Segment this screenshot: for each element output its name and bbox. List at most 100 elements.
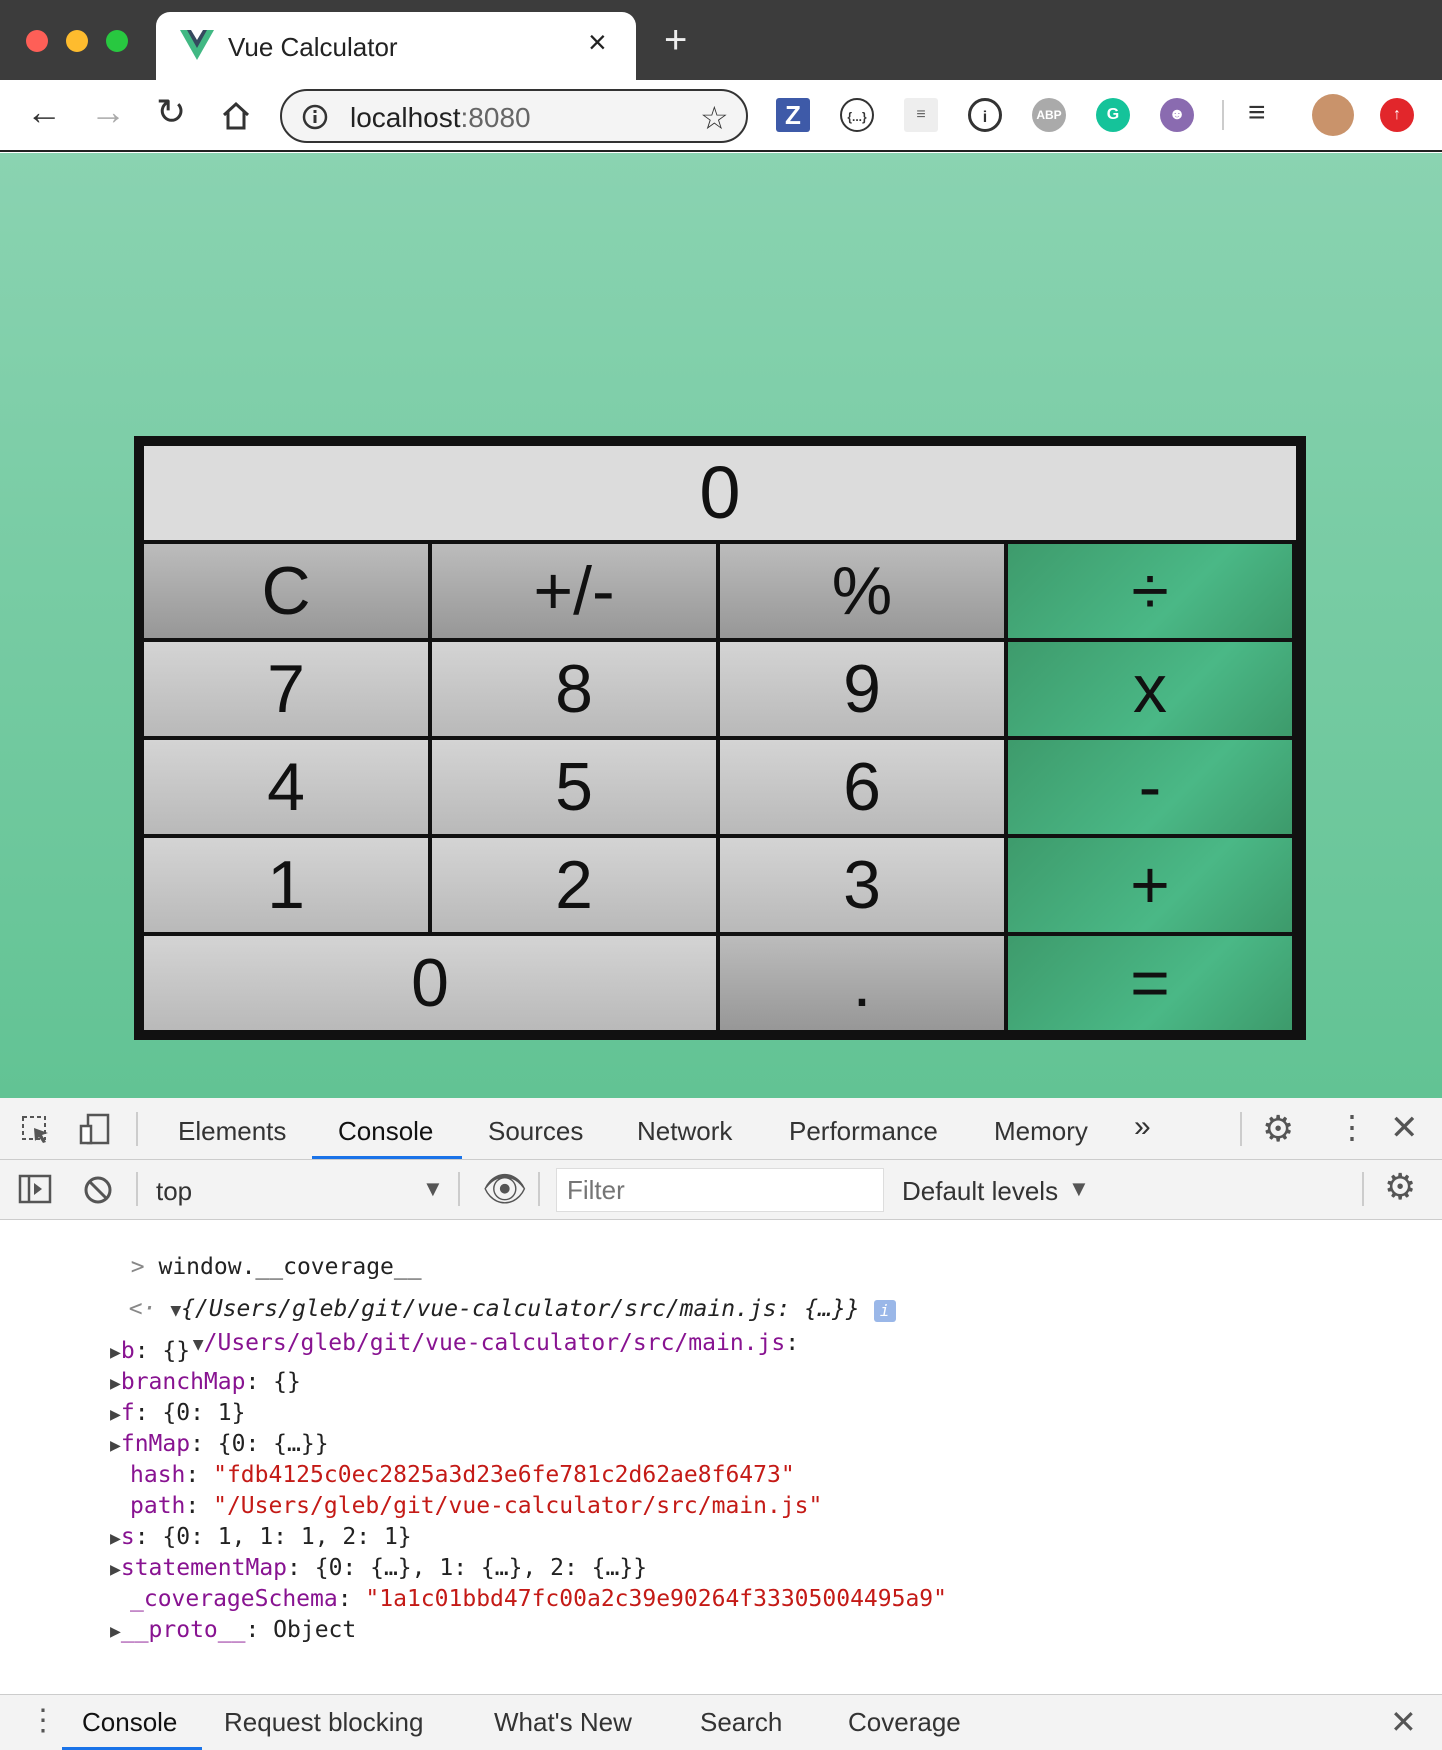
console-prop-proto[interactable]: ▶__proto__: Object [110,1617,356,1643]
cat-extension-icon[interactable]: ☻ [1160,98,1194,132]
more-options-icon[interactable]: ⋮ [1336,1108,1368,1146]
url-text[interactable]: localhost:8080 [350,102,531,134]
calc-key-16[interactable]: 0 [144,936,716,1030]
console-prop-fnMap[interactable]: ▶fnMap: {0: {…}} [110,1431,329,1457]
json-extension-icon[interactable]: {...} [840,98,874,132]
toolbar-divider [458,1172,460,1206]
context-selector[interactable]: top [156,1176,192,1207]
devtools-drawer: ⋮ Console Request blocking What's New Se… [0,1694,1442,1750]
close-drawer-icon[interactable]: ✕ [1390,1703,1417,1741]
prop-value: {} [273,1369,301,1395]
calc-key-13[interactable]: 2 [432,838,716,932]
calc-key-8[interactable]: 4 [144,740,428,834]
devtools-tabbar: Elements Console Sources Network Perform… [0,1098,1442,1160]
expand-triangle-icon[interactable]: ▶ [110,1342,121,1363]
expand-triangle-icon[interactable]: ▼ [193,1334,204,1355]
back-button[interactable]: ← [26,94,62,130]
prop-value: "/Users/gleb/git/vue-calculator/src/main… [213,1493,823,1519]
expand-triangle-icon[interactable]: ▶ [110,1528,121,1549]
document-extension-icon[interactable]: ≡ [904,98,938,132]
more-tabs-icon[interactable]: » [1134,1110,1151,1144]
calc-key-0[interactable]: C [144,544,428,638]
drawer-tab-whats-new[interactable]: What's New [494,1707,632,1738]
calc-key-14[interactable]: 3 [720,838,1004,932]
reload-button[interactable]: ↻ [156,94,186,130]
minimize-window-button[interactable] [66,30,88,52]
calc-key-12[interactable]: 1 [144,838,428,932]
expand-triangle-icon[interactable]: ▶ [110,1435,121,1456]
close-devtools-icon[interactable]: ✕ [1390,1108,1419,1148]
zotero-extension-icon[interactable]: Z [776,98,810,132]
tab-console[interactable]: Console [338,1116,433,1147]
context-dropdown-icon[interactable]: ▼ [422,1176,444,1202]
log-levels-dropdown[interactable]: Default levels [902,1176,1058,1207]
console-prop-statementMap[interactable]: ▶statementMap: {0: {…}, 1: {…}, 2: {…}} [110,1555,647,1581]
drawer-tab-request-blocking[interactable]: Request blocking [224,1707,423,1738]
console-prop-s[interactable]: ▶s: {0: 1, 1: 1, 2: 1} [110,1524,412,1550]
console-prop-path: path: "/Users/gleb/git/vue-calculator/sr… [130,1493,823,1519]
drawer-tab-console[interactable]: Console [82,1707,177,1738]
tab-strip: Vue Calculator × + [0,0,1442,80]
calc-key-11[interactable]: - [1008,740,1292,834]
prop-key: f [120,1400,135,1426]
forward-button[interactable]: → [90,94,126,130]
onepassword-extension-icon[interactable]: i [968,98,1002,132]
new-tab-button[interactable]: + [664,20,687,60]
close-tab-icon[interactable]: × [588,26,607,58]
calc-key-17[interactable]: . [720,936,1004,1030]
tab-performance[interactable]: Performance [789,1116,938,1147]
toolbar-divider [538,1172,540,1206]
calc-key-7[interactable]: x [1008,642,1292,736]
console-prop-b[interactable]: ▶b: {} [110,1338,190,1364]
device-toolbar-icon[interactable] [78,1112,112,1146]
console-prop-f[interactable]: ▶f: {0: 1} [110,1400,246,1426]
toolbar-divider [1362,1172,1364,1206]
address-bar[interactable]: localhost:8080 ☆ [280,89,748,143]
calc-key-1[interactable]: +/- [432,544,716,638]
info-badge-icon[interactable]: i [873,1300,896,1322]
show-sidebar-icon[interactable] [18,1174,52,1204]
console-prop-branchMap[interactable]: ▶branchMap: {} [110,1369,301,1395]
calc-key-15[interactable]: + [1008,838,1292,932]
live-expression-eye-icon[interactable]: 👁 [482,1168,528,1210]
update-icon[interactable]: ↑ [1380,98,1414,132]
expand-triangle-icon[interactable]: ▶ [110,1559,121,1580]
console-settings-gear-icon[interactable]: ⚙ [1384,1166,1416,1208]
clear-console-icon[interactable] [82,1174,114,1206]
expand-triangle-icon[interactable]: ▶ [110,1621,121,1642]
home-icon[interactable] [220,100,252,132]
avatar[interactable] [1312,94,1354,136]
tab-elements[interactable]: Elements [178,1116,286,1147]
calc-key-4[interactable]: 7 [144,642,428,736]
bookmark-star-icon[interactable]: ☆ [700,99,729,137]
settings-gear-icon[interactable]: ⚙ [1262,1108,1294,1150]
maximize-window-button[interactable] [106,30,128,52]
media-queue-icon[interactable]: ≡ [1248,96,1266,130]
calc-key-3[interactable]: ÷ [1008,544,1292,638]
tab-sources[interactable]: Sources [488,1116,583,1147]
browser-tab[interactable]: Vue Calculator × [156,12,636,80]
drawer-tab-coverage[interactable]: Coverage [848,1707,961,1738]
prop-value: {0: {…}, 1: {…}, 2: {…}} [314,1555,648,1581]
calc-key-2[interactable]: % [720,544,1004,638]
expand-triangle-icon[interactable]: ▶ [110,1404,121,1425]
filter-input[interactable] [556,1168,884,1212]
calc-key-6[interactable]: 9 [720,642,1004,736]
calc-key-18[interactable]: = [1008,936,1292,1030]
calc-key-9[interactable]: 5 [432,740,716,834]
levels-chevron-down-icon[interactable]: ▼ [1068,1176,1090,1202]
tab-network[interactable]: Network [637,1116,732,1147]
toolbar-divider [1222,100,1224,130]
expand-triangle-icon[interactable]: ▶ [110,1373,121,1394]
site-info-icon[interactable] [302,104,328,130]
drawer-menu-icon[interactable]: ⋮ [28,1703,58,1738]
tab-memory[interactable]: Memory [994,1116,1088,1147]
calc-key-10[interactable]: 6 [720,740,1004,834]
calc-key-5[interactable]: 8 [432,642,716,736]
adblock-extension-icon[interactable]: ABP [1032,98,1066,132]
drawer-tab-search[interactable]: Search [700,1707,782,1738]
inspect-element-icon[interactable] [20,1114,52,1146]
close-window-button[interactable] [26,30,48,52]
grammarly-extension-icon[interactable]: G [1096,98,1130,132]
prop-key: __proto__ [120,1617,246,1643]
